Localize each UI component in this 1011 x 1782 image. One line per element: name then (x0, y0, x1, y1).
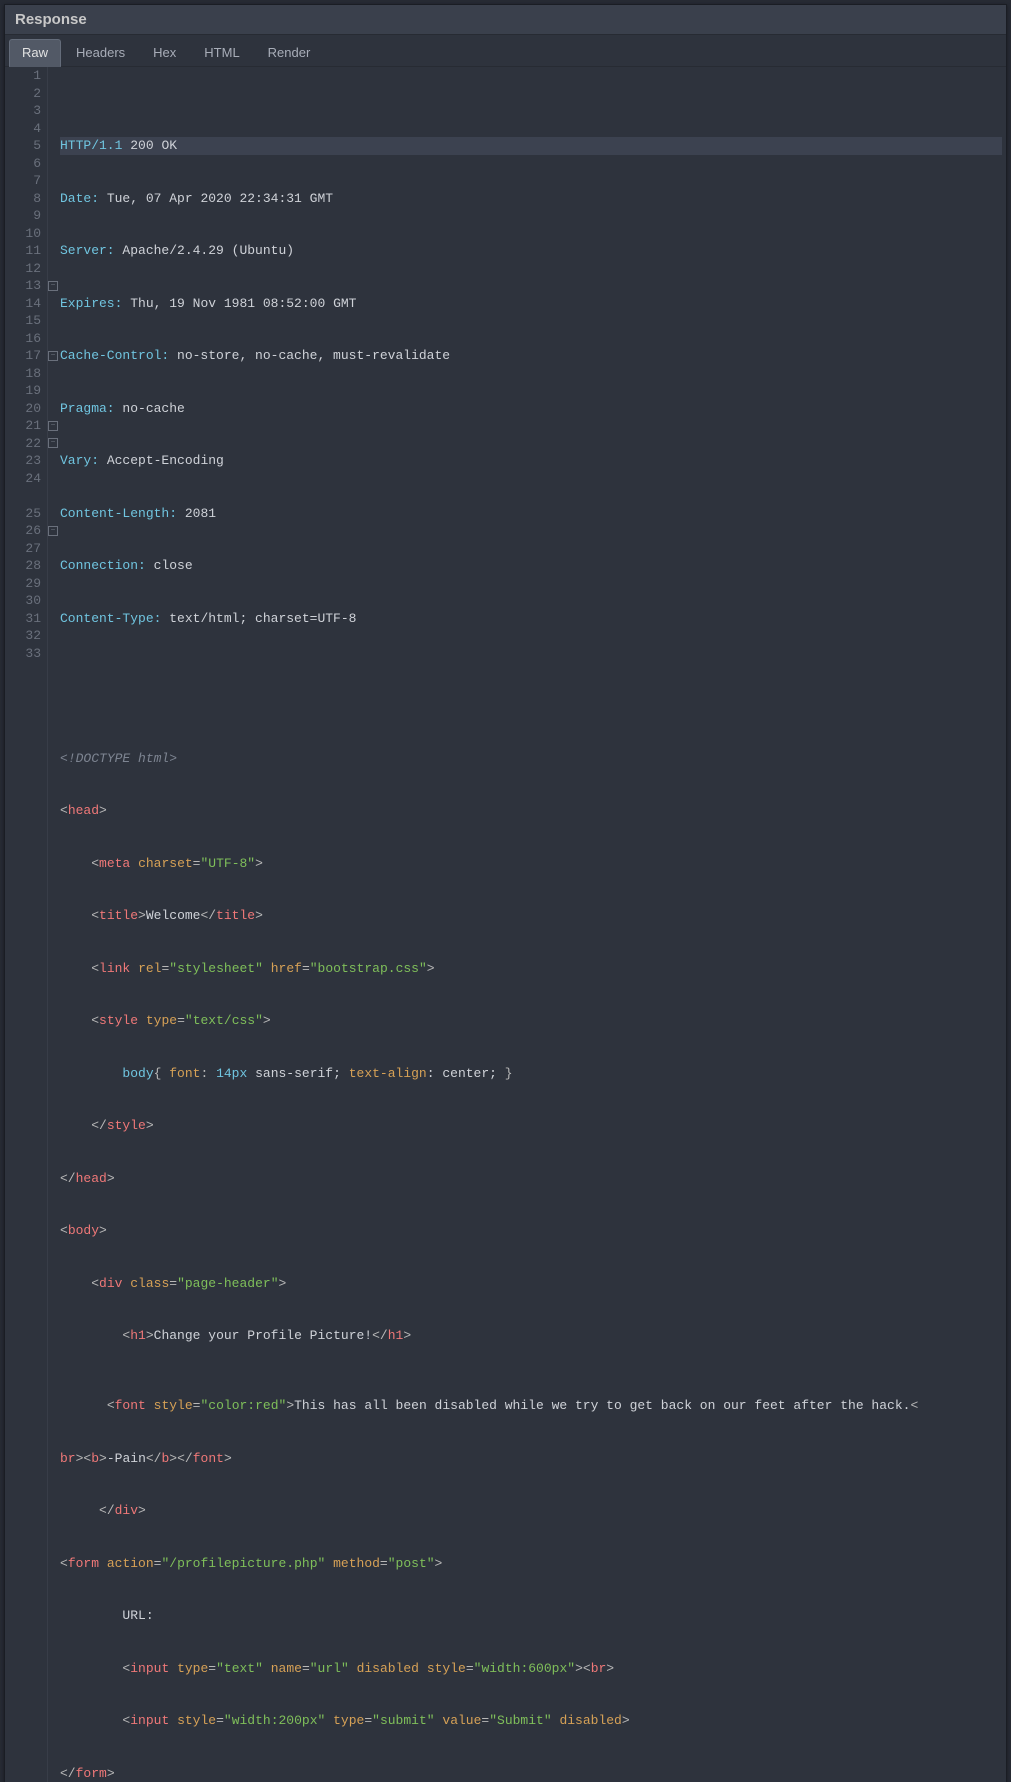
code-content[interactable]: HTTP/1.1 200 OK Date: Tue, 07 Apr 2020 2… (58, 67, 1006, 1782)
code-line: Date: Tue, 07 Apr 2020 22:34:31 GMT (60, 190, 1002, 208)
code-line: </head> (60, 1170, 1002, 1188)
code-line: <head> (60, 802, 1002, 820)
code-line: Content-Type: text/html; charset=UTF-8 (60, 610, 1002, 628)
code-line: <style type="text/css"> (60, 1012, 1002, 1030)
code-line: Connection: close (60, 557, 1002, 575)
code-line: <font style="color:red">This has all bee… (60, 1397, 1002, 1415)
code-line: body{ font: 14px sans-serif; text-align:… (60, 1065, 1002, 1083)
code-line: Cache-Control: no-store, no-cache, must-… (60, 347, 1002, 365)
line-number-gutter: 1234567891011121314151617181920212223242… (5, 67, 48, 1782)
code-line: <!DOCTYPE html> (60, 750, 1002, 768)
code-line: </form> (60, 1765, 1002, 1782)
code-line: Content-Length: 2081 (60, 505, 1002, 523)
code-line: br><b>-Pain</b></font> (60, 1450, 1002, 1468)
code-line: URL: (60, 1607, 1002, 1625)
code-line: <title>Welcome</title> (60, 907, 1002, 925)
response-panel: Response Raw Headers Hex HTML Render 123… (4, 4, 1007, 1782)
fold-toggle[interactable]: − (48, 281, 58, 291)
tab-html[interactable]: HTML (191, 39, 252, 66)
code-line: <link rel="stylesheet" href="bootstrap.c… (60, 960, 1002, 978)
tab-raw[interactable]: Raw (9, 39, 61, 67)
fold-toggle[interactable]: − (48, 421, 58, 431)
code-line: Server: Apache/2.4.29 (Ubuntu) (60, 242, 1002, 260)
fold-gutter: − − − − − (48, 67, 58, 1782)
code-line: <input type="text" name="url" disabled s… (60, 1660, 1002, 1678)
tab-hex[interactable]: Hex (140, 39, 189, 66)
code-line: </div> (60, 1502, 1002, 1520)
fold-toggle[interactable]: − (48, 438, 58, 448)
code-line: <input style="width:200px" type="submit"… (60, 1712, 1002, 1730)
code-line: Expires: Thu, 19 Nov 1981 08:52:00 GMT (60, 295, 1002, 313)
tab-render[interactable]: Render (255, 39, 324, 66)
tab-bar: Raw Headers Hex HTML Render (5, 35, 1006, 67)
code-line: <meta charset="UTF-8"> (60, 855, 1002, 873)
panel-title: Response (5, 5, 1006, 35)
code-line: <form action="/profilepicture.php" metho… (60, 1555, 1002, 1573)
fold-toggle[interactable]: − (48, 351, 58, 361)
code-editor[interactable]: 1234567891011121314151617181920212223242… (5, 67, 1006, 1782)
code-line: <div class="page-header"> (60, 1275, 1002, 1293)
code-line: Pragma: no-cache (60, 400, 1002, 418)
code-line: <body> (60, 1222, 1002, 1240)
fold-toggle[interactable]: − (48, 526, 58, 536)
code-line: <h1>Change your Profile Picture!</h1> (60, 1327, 1002, 1345)
code-line: Vary: Accept-Encoding (60, 452, 1002, 470)
code-line (60, 662, 1002, 680)
code-line: HTTP/1.1 200 OK (60, 137, 1002, 155)
code-line: </style> (60, 1117, 1002, 1135)
tab-headers[interactable]: Headers (63, 39, 138, 66)
